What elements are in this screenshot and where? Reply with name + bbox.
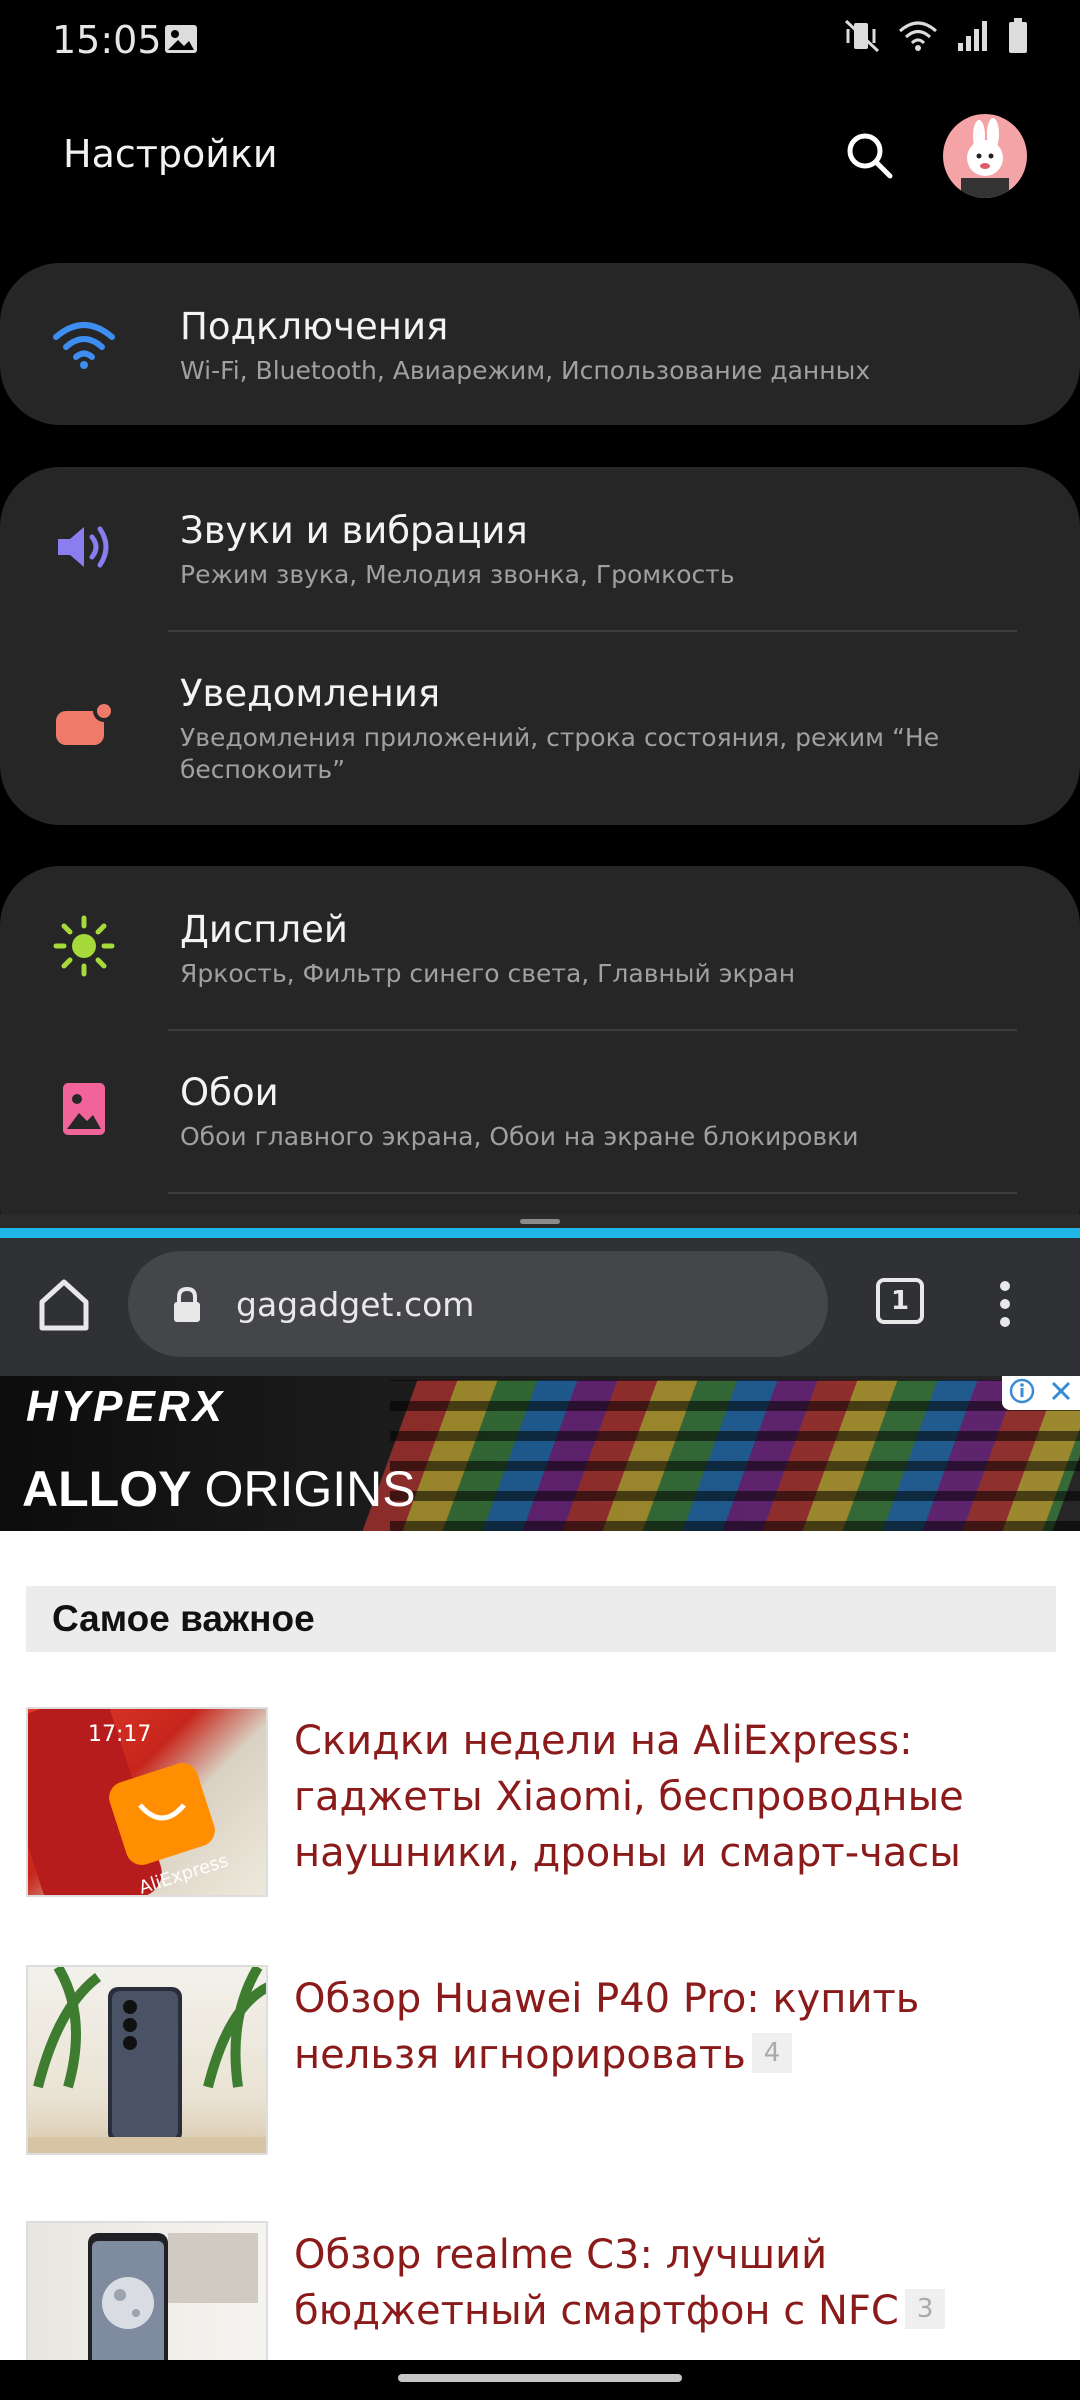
article-title[interactable]: Обзор realme C3: лучший бюджетный смартф… xyxy=(294,2227,1064,2339)
settings-item-title: Звуки и вибрация xyxy=(180,509,528,552)
avatar[interactable] xyxy=(943,114,1027,198)
article-item[interactable]: 17:17 AliExpress Скидки недели на AliExp… xyxy=(26,1707,1056,1897)
settings-item-title: Обои xyxy=(180,1071,279,1114)
signal-icon xyxy=(956,19,990,58)
article-title-text[interactable]: Скидки недели на AliExpress: гаджеты Xia… xyxy=(294,1718,964,1876)
ad-banner[interactable]: HYPERX ALLOY ORIGINS xyxy=(0,1376,1080,1531)
split-screen-accent-line xyxy=(0,1228,1080,1238)
article-title[interactable]: Обзор Huawei P40 Pro: купить нельзя игно… xyxy=(294,1971,1064,2083)
status-bar: 15:05 xyxy=(0,0,1080,80)
settings-item-wallpaper[interactable]: Обои Обои главного экрана, Обои на экран… xyxy=(0,1029,1080,1192)
thumb-time: 17:17 xyxy=(88,1722,151,1747)
ad-product: ALLOY ORIGINS xyxy=(22,1460,416,1518)
settings-item-subtitle: Обои главного экрана, Обои на экране бло… xyxy=(180,1122,859,1151)
comment-count-badge[interactable]: 4 xyxy=(751,2033,793,2073)
divider xyxy=(168,1192,1017,1194)
settings-item-subtitle: Режим звука, Мелодия звонка, Громкость xyxy=(180,560,735,589)
search-icon xyxy=(847,133,893,179)
wallpaper-icon xyxy=(48,1073,120,1145)
ad-choices[interactable] xyxy=(1002,1376,1080,1410)
tab-switcher-button[interactable]: 1 xyxy=(876,1278,924,1324)
settings-item-subtitle: Яркость, Фильтр синего света, Главный эк… xyxy=(180,959,796,988)
settings-item-title: Подключения xyxy=(180,305,449,348)
home-icon xyxy=(39,1279,89,1331)
article-item[interactable]: Обзор Huawei P40 Pro: купить нельзя игно… xyxy=(26,1965,1056,2155)
settings-group-display: Дисплей Яркость, Фильтр синего света, Гл… xyxy=(0,866,1080,1266)
status-time: 15:05 xyxy=(52,18,162,62)
settings-group-sounds: Звуки и вибрация Режим звука, Мелодия зв… xyxy=(0,467,1080,825)
navigation-bar xyxy=(0,2360,1080,2400)
home-button[interactable] xyxy=(34,1274,94,1334)
settings-item-subtitle: Wi-Fi, Bluetooth, Авиарежим, Использован… xyxy=(180,356,871,385)
article-thumbnail[interactable] xyxy=(26,2221,268,2360)
mute-vibrate-icon xyxy=(844,19,880,58)
overflow-menu-button[interactable] xyxy=(990,1274,1020,1334)
settings-item-display[interactable]: Дисплей Яркость, Фильтр синего света, Гл… xyxy=(0,866,1080,1029)
article-title[interactable]: Скидки недели на AliExpress: гаджеты Xia… xyxy=(294,1713,1064,1881)
comment-count-badge[interactable]: 3 xyxy=(904,2289,946,2329)
gallery-notification-icon xyxy=(164,24,198,59)
ad-close-icon[interactable] xyxy=(1049,1379,1073,1408)
settings-item-notifications[interactable]: Уведомления Уведомления приложений, стро… xyxy=(0,630,1080,825)
home-gesture-handle[interactable] xyxy=(398,2374,682,2382)
volume-icon xyxy=(48,511,120,583)
section-title: Самое важное xyxy=(52,1598,315,1639)
settings-group-connections: Подключения Wi-Fi, Bluetooth, Авиарежим,… xyxy=(0,263,1080,425)
ad-brand: HYPERX xyxy=(26,1382,225,1431)
wifi-status-icon xyxy=(898,19,938,58)
address-bar[interactable]: gagadget.com xyxy=(128,1251,828,1357)
article-item[interactable]: Обзор realme C3: лучший бюджетный смартф… xyxy=(26,2221,1056,2360)
page-title: Настройки xyxy=(63,132,278,176)
keyboard-image-keys xyxy=(390,1380,1080,1531)
battery-icon xyxy=(1008,18,1028,59)
section-header: Самое важное xyxy=(26,1586,1056,1652)
article-thumbnail[interactable]: 17:17 AliExpress xyxy=(26,1707,268,1897)
ad-product-bold: ALLOY xyxy=(22,1461,191,1517)
article-title-text[interactable]: Обзор realme C3: лучший бюджетный смартф… xyxy=(294,2232,899,2334)
article-thumbnail[interactable] xyxy=(26,1965,268,2155)
browser-toolbar: gagadget.com 1 xyxy=(0,1238,1080,1376)
split-screen-handle[interactable] xyxy=(520,1219,560,1224)
lock-icon xyxy=(172,1286,202,1328)
url-text: gagadget.com xyxy=(236,1285,475,1324)
search-button[interactable] xyxy=(840,126,900,186)
notification-icon xyxy=(48,688,120,760)
wifi-icon xyxy=(48,309,120,381)
ad-info-icon[interactable] xyxy=(1009,1378,1035,1409)
settings-item-subtitle: Уведомления приложений, строка состояния… xyxy=(180,723,940,784)
article-title-text[interactable]: Обзор Huawei P40 Pro: купить нельзя игно… xyxy=(294,1976,919,2078)
settings-item-sounds[interactable]: Звуки и вибрация Режим звука, Мелодия зв… xyxy=(0,467,1080,630)
settings-item-title: Уведомления xyxy=(180,672,441,715)
settings-item-title: Дисплей xyxy=(180,908,348,951)
more-vert-icon xyxy=(1000,1281,1010,1327)
web-page: HYPERX ALLOY ORIGINS Самое важное 17:17 … xyxy=(0,1376,1080,2360)
settings-item-connections[interactable]: Подключения Wi-Fi, Bluetooth, Авиарежим,… xyxy=(0,263,1080,425)
brightness-icon xyxy=(48,910,120,982)
ad-product-thin: ORIGINS xyxy=(204,1461,416,1517)
